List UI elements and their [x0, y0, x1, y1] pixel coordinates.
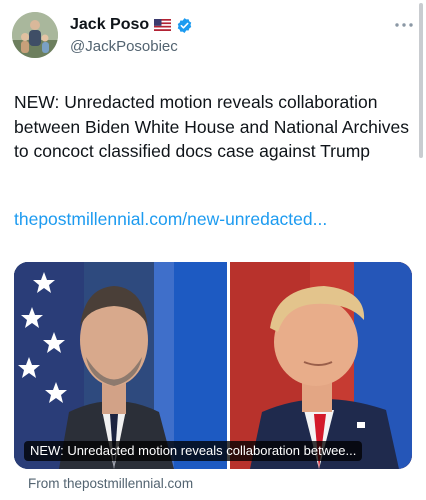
link-card[interactable]: NEW: Unredacted motion reveals collabora… — [14, 262, 412, 469]
image-divider — [227, 262, 230, 469]
card-source[interactable]: From thepostmillennial.com — [28, 476, 193, 491]
tweet-text: NEW: Unredacted motion reveals collabora… — [14, 92, 409, 161]
more-options-icon[interactable] — [394, 20, 414, 30]
author-display-name[interactable]: Jack Poso — [70, 15, 149, 35]
us-flag-icon — [154, 19, 172, 31]
tweet-header: Jack Poso @JackPosobiec — [12, 12, 414, 64]
verified-badge-icon — [177, 17, 192, 33]
author-handle[interactable]: @JackPosobiec — [70, 38, 193, 55]
author-names: Jack Poso @JackPosobiec — [70, 15, 193, 55]
card-image — [14, 262, 412, 469]
card-title: NEW: Unredacted motion reveals collabora… — [24, 441, 363, 461]
scrollbar[interactable] — [419, 3, 423, 158]
avatar[interactable] — [12, 12, 58, 58]
tweet-link[interactable]: thepostmillennial.com/new-unredacted... — [14, 209, 327, 230]
